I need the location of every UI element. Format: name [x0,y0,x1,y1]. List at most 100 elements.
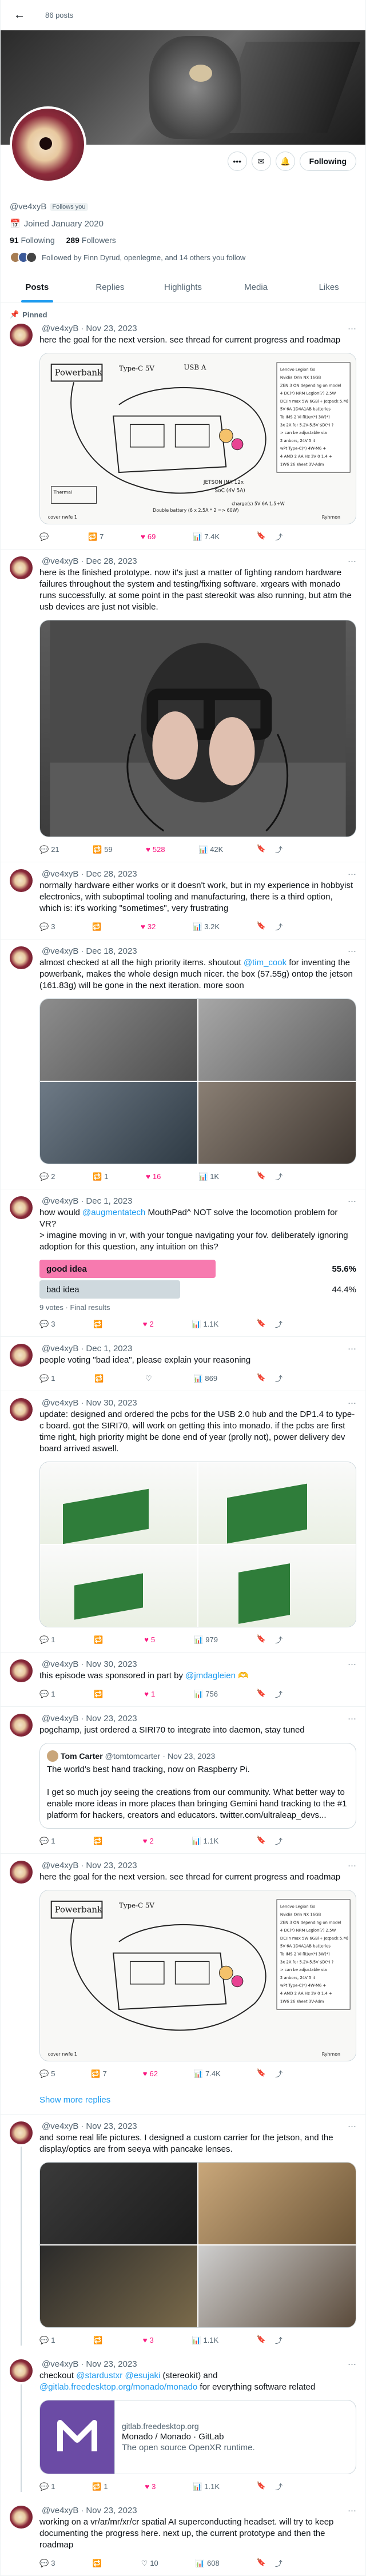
pcb-render-2[interactable] [198,1462,356,1544]
share-icon[interactable]: ⤴ [275,1634,283,1645]
pcb-render-4[interactable] [198,1545,356,1627]
bookmark-icon[interactable]: 🔖 [257,1373,266,1384]
diagram-image[interactable]: Powerbank Type-C 5V USB A JETSON INX 12x… [39,353,356,524]
reply-button[interactable]: 💬 1 [39,1373,55,1384]
share-icon[interactable]: ⤴ [275,1689,283,1699]
tweet[interactable]: @ve4xyB · Dec 28, 2023 ··· here is the fini… [1,550,365,862]
avatar[interactable] [10,1196,33,1219]
link-card[interactable]: gitlab.freedesktop.org Monado / Monado ·… [39,2400,356,2474]
profile-avatar[interactable] [10,106,86,183]
mention-link[interactable]: @augmentatech [82,1208,145,1217]
repost-button[interactable]: 🔁 59 [93,844,113,855]
like-button[interactable]: ♥ 5 [144,1634,155,1645]
more-icon[interactable]: ··· [348,2121,356,2131]
share-icon[interactable]: ⤴ [275,921,283,932]
notifications-icon[interactable]: 🔔 [275,152,295,171]
repost-button[interactable]: 🔁 [93,2335,105,2346]
share-icon[interactable]: ⤴ [275,2335,283,2346]
like-button[interactable]: ♥ 3 [145,2481,156,2492]
more-icon[interactable]: ··· [348,869,356,879]
tab-likes[interactable]: Likes [292,272,365,302]
views-button[interactable]: 📊 3.2K [193,921,220,932]
views-button[interactable]: 📊 42K [198,844,223,855]
tweet[interactable]: @ve4xyB · Nov 23, 2023 ··· working on a vr/… [1,2499,365,2576]
more-icon[interactable]: ··· [348,1398,356,1408]
share-icon[interactable]: ⤴ [275,1373,283,1384]
reply-button[interactable]: 💬 1 [39,1836,55,1846]
bookmark-icon[interactable]: 🔖 [257,2481,266,2492]
hardware-photo-1[interactable] [40,2163,197,2244]
tab-media[interactable]: Media [220,272,293,302]
like-button[interactable]: ♥ 1 [144,1689,155,1699]
photo-grid[interactable] [39,998,356,1164]
reply-button[interactable]: 💬 3 [39,1319,55,1329]
tweet[interactable]: @ve4xyB · Dec 1, 2023 ··· how would @augmen… [1,1189,365,1337]
hardware-photo-2[interactable] [198,2163,356,2244]
mention-link[interactable]: @jmdagleien [185,1671,236,1681]
repost-button[interactable]: 🔁 [94,1634,105,1645]
pcb-render-grid[interactable] [39,1462,356,1627]
photo-scale-1[interactable] [40,999,197,1081]
reply-button[interactable]: 💬 1 [39,1634,55,1645]
bookmark-icon[interactable]: 🔖 [257,1689,266,1699]
avatar[interactable] [10,324,33,347]
pcb-render-3[interactable] [40,1545,197,1627]
reply-button[interactable]: 💬 1 [39,2335,55,2346]
like-button[interactable]: ♥ 69 [141,531,156,542]
reply-button[interactable]: 💬 5 [39,2068,55,2079]
like-button[interactable]: ♥ 62 [143,2068,158,2079]
mention-link[interactable]: @tim_cook [244,958,287,968]
avatar[interactable] [10,1344,33,1367]
reply-button[interactable]: 💬 2 [39,1171,55,1182]
hardware-photo-grid[interactable] [39,2162,356,2328]
hardware-photo-3[interactable] [40,2245,197,2327]
views-button[interactable]: 📊 1.1K [192,1836,218,1846]
more-icon[interactable]: ··· [348,2359,356,2369]
repost-button[interactable]: 🔁 [93,1836,105,1846]
views-button[interactable]: 📊 1.1K [193,2481,220,2492]
share-icon[interactable]: ⤴ [275,2068,283,2079]
more-icon[interactable]: ··· [348,2506,356,2515]
tab-highlights[interactable]: Highlights [146,272,220,302]
views-button[interactable]: 📊 1.1K [192,2335,218,2346]
views-button[interactable]: 📊 1.1K [192,1319,218,1329]
repost-button[interactable]: 🔁 [92,921,104,932]
repost-button[interactable]: 🔁 [94,1689,105,1699]
quoted-tweet[interactable]: Tom Carter @tomtomcarter · Nov 23, 2023 Th… [39,1743,356,1829]
views-button[interactable]: 📊 1K [198,1171,219,1182]
repost-button[interactable]: 🔁 [93,1319,105,1329]
reply-button[interactable]: 💬 21 [39,844,59,855]
message-icon[interactable]: ✉ [251,152,271,171]
views-button[interactable]: 📊 608 [196,2558,220,2569]
pcb-render-1[interactable] [40,1462,197,1544]
avatar[interactable] [10,1861,33,1884]
repost-button[interactable]: 🔁 1 [92,2481,108,2492]
back-arrow-icon[interactable]: ← [10,6,29,25]
tweet[interactable]: @ve4xyB · Nov 23, 2023 ··· and some real li… [1,2115,365,2352]
tweet[interactable]: 📌 Pinned @ve4xyB · Nov 23, 2023 ··· here t… [1,303,365,550]
reply-button[interactable]: 💬 [39,531,51,542]
tweet[interactable]: @ve4xyB · Dec 28, 2023 ··· normally hardwar… [1,862,365,939]
bookmark-icon[interactable]: 🔖 [257,844,266,855]
like-button[interactable]: ♥ 2 [143,1836,154,1846]
photo-scale-4[interactable] [198,1082,356,1164]
share-icon[interactable]: ⤴ [275,1836,283,1846]
like-button[interactable]: ♥ 3 [143,2335,154,2346]
tweet[interactable]: @ve4xyB · Nov 23, 2023 ··· here the goal fo… [1,1854,365,2086]
followers-link[interactable]: 289 Followers [66,236,116,245]
diagram-image[interactable]: Powerbank Type-C 5V Lenovo Legion Go Nvid… [39,1890,356,2061]
more-icon[interactable]: ··· [348,1344,356,1353]
avatar[interactable] [10,1659,33,1682]
repost-button[interactable]: 🔁 [92,2558,104,2569]
bookmark-icon[interactable]: 🔖 [257,921,266,932]
share-icon[interactable]: ⤴ [275,531,283,542]
more-icon[interactable]: ··· [348,324,356,333]
tab-posts[interactable]: Posts [1,272,74,302]
poll-option[interactable]: bad idea 44.4% [39,1280,356,1299]
more-icon[interactable]: ··· [348,1659,356,1669]
like-button[interactable]: ♥ 528 [146,844,165,855]
share-icon[interactable]: ⤴ [275,2558,283,2569]
share-icon[interactable]: ⤴ [275,1319,283,1329]
bookmark-icon[interactable]: 🔖 [257,2335,266,2346]
show-more-replies[interactable]: Show more replies [1,2086,365,2115]
